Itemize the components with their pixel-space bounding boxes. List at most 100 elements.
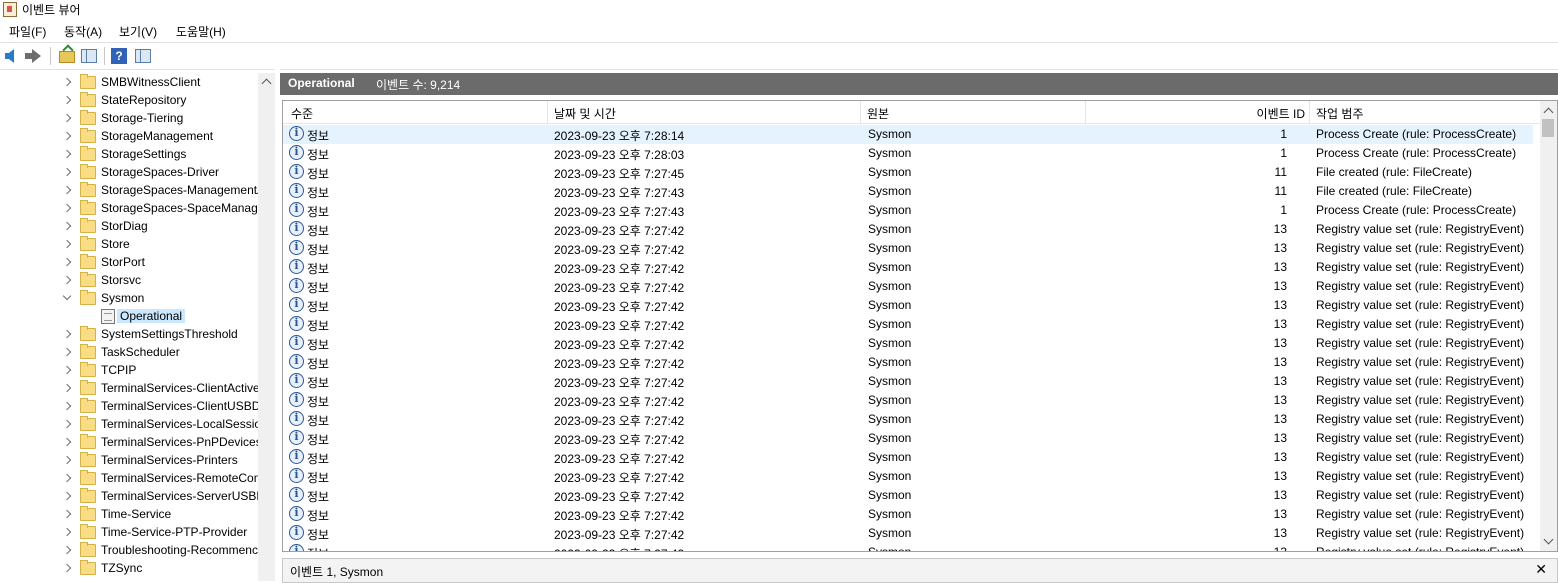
chevron-right-icon[interactable]: [62, 365, 72, 375]
event-list-scrollbar[interactable]: [1540, 101, 1557, 551]
tree-item[interactable]: Sysmon: [0, 290, 258, 308]
chevron-down-icon[interactable]: [62, 291, 72, 301]
table-row[interactable]: 정보 2023-09-23 오후 7:27:42 Sysmon 13 Registry …: [283, 429, 1533, 448]
tree-item[interactable]: TaskScheduler: [0, 344, 258, 362]
chevron-right-icon[interactable]: [62, 77, 72, 87]
table-row[interactable]: 정보 2023-09-23 오후 7:27:42 Sysmon 13 Registry …: [283, 524, 1533, 543]
menu-file[interactable]: 파일(F): [9, 23, 46, 40]
chevron-right-icon[interactable]: [62, 563, 72, 573]
tree-item[interactable]: TerminalServices-ClientActive: [0, 380, 260, 398]
table-row[interactable]: 정보 2023-09-23 오후 7:27:45 Sysmon 11 File crea…: [283, 163, 1533, 182]
column-header-source[interactable]: 원본: [861, 101, 1086, 124]
tree-item[interactable]: StorPort: [0, 254, 258, 272]
table-row[interactable]: 정보 2023-09-23 오후 7:27:43 Sysmon 11 File crea…: [283, 182, 1533, 201]
tree-item[interactable]: SMBWitnessClient: [0, 74, 258, 92]
table-row[interactable]: 정보 2023-09-23 오후 7:28:03 Sysmon 1 Process Cr…: [283, 144, 1533, 163]
chevron-right-icon[interactable]: [62, 419, 72, 429]
chevron-right-icon[interactable]: [62, 329, 72, 339]
table-row[interactable]: 정보 2023-09-23 오후 7:27:42 Sysmon 13 Registry …: [283, 448, 1533, 467]
tree-item[interactable]: TerminalServices-RemoteCon: [0, 470, 260, 488]
table-row[interactable]: 정보 2023-09-23 오후 7:27:42 Sysmon 13 Registry …: [283, 467, 1533, 486]
tree-item[interactable]: Storage-Tiering: [0, 110, 258, 128]
chevron-right-icon[interactable]: [62, 383, 72, 393]
chevron-right-icon[interactable]: [62, 257, 72, 267]
tree-item[interactable]: StorDiag: [0, 218, 258, 236]
chevron-right-icon[interactable]: [62, 239, 72, 249]
table-row[interactable]: 정보 2023-09-23 오후 7:27:42 Sysmon 13 Registry …: [283, 486, 1533, 505]
table-row[interactable]: 정보 2023-09-23 오후 7:27:42 Sysmon 13 Registry …: [283, 410, 1533, 429]
tree-item[interactable]: Time-Service-PTP-Provider: [0, 524, 258, 542]
chevron-right-icon[interactable]: [62, 203, 72, 213]
scroll-up-icon[interactable]: [1543, 107, 1554, 118]
tree-item[interactable]: StorageManagement: [0, 128, 258, 146]
tree-item[interactable]: TCPIP: [0, 362, 258, 380]
table-row[interactable]: 정보 2023-09-23 오후 7:27:42 Sysmon 13 Registry …: [283, 334, 1533, 353]
chevron-right-icon[interactable]: [62, 149, 72, 159]
table-row[interactable]: 정보 2023-09-23 오후 7:27:42 Sysmon 13 Registry …: [283, 543, 1533, 551]
menu-action[interactable]: 동작(A): [64, 23, 102, 40]
menu-help[interactable]: 도움말(H): [176, 23, 226, 40]
table-row[interactable]: 정보 2023-09-23 오후 7:27:42 Sysmon 13 Registry …: [283, 239, 1533, 258]
column-header-category[interactable]: 작업 범주: [1310, 101, 1541, 124]
chevron-right-icon[interactable]: [62, 455, 72, 465]
tree-item[interactable]: StorageSpaces-Driver: [0, 164, 258, 182]
tree-item[interactable]: Store: [0, 236, 258, 254]
chevron-right-icon[interactable]: [62, 167, 72, 177]
table-row[interactable]: 정보 2023-09-23 오후 7:27:42 Sysmon 13 Registry …: [283, 372, 1533, 391]
tree-scrollbar[interactable]: [258, 73, 275, 581]
chevron-right-icon[interactable]: [62, 275, 72, 285]
tree-item[interactable]: SystemSettingsThreshold: [0, 326, 258, 344]
back-button[interactable]: [3, 47, 21, 65]
tree-item[interactable]: TerminalServices-Printers: [0, 452, 258, 470]
table-row[interactable]: 정보 2023-09-23 오후 7:27:42 Sysmon 13 Registry …: [283, 220, 1533, 239]
table-row[interactable]: 정보 2023-09-23 오후 7:27:42 Sysmon 13 Registry …: [283, 353, 1533, 372]
chevron-right-icon[interactable]: [62, 347, 72, 357]
chevron-right-icon[interactable]: [62, 527, 72, 537]
pane-divider[interactable]: [275, 68, 280, 581]
chevron-right-icon[interactable]: [62, 491, 72, 501]
chevron-right-icon[interactable]: [62, 545, 72, 555]
tree-item[interactable]: Troubleshooting-Recommenc: [0, 542, 258, 560]
chevron-right-icon[interactable]: [62, 401, 72, 411]
tree-item[interactable]: StorageSettings: [0, 146, 258, 164]
chevron-right-icon[interactable]: [62, 185, 72, 195]
table-row[interactable]: 정보 2023-09-23 오후 7:27:42 Sysmon 13 Registry …: [283, 505, 1533, 524]
table-row[interactable]: 정보 2023-09-23 오후 7:27:42 Sysmon 13 Registry …: [283, 277, 1533, 296]
chevron-right-icon[interactable]: [62, 509, 72, 519]
chevron-right-icon[interactable]: [62, 95, 72, 105]
table-row[interactable]: 정보 2023-09-23 오후 7:27:42 Sysmon 13 Registry …: [283, 258, 1533, 277]
table-row[interactable]: 정보 2023-09-23 오후 7:27:42 Sysmon 13 Registry …: [283, 315, 1533, 334]
menu-view[interactable]: 보기(V): [119, 23, 157, 40]
tree-item[interactable]: StorageSpaces-SpaceManage: [0, 200, 264, 218]
tree-item[interactable]: TerminalServices-ClientUSBD: [0, 398, 260, 416]
tree-item[interactable]: StorageSpaces-ManagementA: [0, 182, 265, 200]
scroll-up-icon[interactable]: [261, 78, 272, 89]
tree-item[interactable]: StateRepository: [0, 92, 258, 110]
column-header-datetime[interactable]: 날짜 및 시간: [548, 101, 861, 124]
tree-item[interactable]: TerminalServices-ServerUSBD: [0, 488, 265, 506]
show-hide-action-pane-button[interactable]: [134, 47, 152, 65]
tree-item[interactable]: TZSync: [0, 560, 258, 578]
chevron-right-icon[interactable]: [62, 113, 72, 123]
chevron-right-icon[interactable]: [62, 131, 72, 141]
chevron-right-icon[interactable]: [62, 221, 72, 231]
tree-item[interactable]: Operational: [0, 308, 258, 326]
forward-button[interactable]: [25, 47, 43, 65]
help-button[interactable]: ?: [110, 47, 128, 65]
table-row[interactable]: 정보 2023-09-23 오후 7:28:14 Sysmon 1 Process Cr…: [283, 125, 1533, 144]
show-hide-console-tree-button[interactable]: [80, 47, 98, 65]
scroll-thumb[interactable]: [1542, 119, 1554, 137]
up-level-button[interactable]: [57, 47, 75, 65]
scroll-down-icon[interactable]: [1543, 534, 1554, 545]
tree-item[interactable]: Time-Service: [0, 506, 258, 524]
chevron-right-icon[interactable]: [62, 437, 72, 447]
table-row[interactable]: 정보 2023-09-23 오후 7:27:42 Sysmon 13 Registry …: [283, 391, 1533, 410]
column-header-level[interactable]: 수준: [283, 101, 548, 124]
tree-item[interactable]: Storsvc: [0, 272, 258, 290]
table-row[interactable]: 정보 2023-09-23 오후 7:27:43 Sysmon 1 Process Cr…: [283, 201, 1533, 220]
tree-item[interactable]: TerminalServices-LocalSessio: [0, 416, 261, 434]
column-header-event-id[interactable]: 이벤트 ID: [1086, 101, 1310, 124]
tree-item[interactable]: TerminalServices-PnPDevices: [0, 434, 262, 452]
chevron-right-icon[interactable]: [62, 473, 72, 483]
close-icon[interactable]: ✕: [1535, 561, 1547, 578]
